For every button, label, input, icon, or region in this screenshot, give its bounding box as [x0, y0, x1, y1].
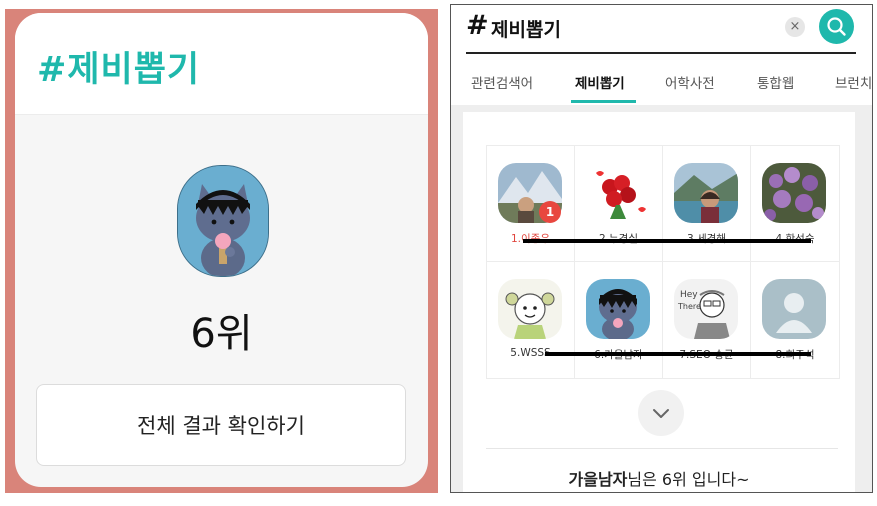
tab-brunch[interactable]: 브런치	[835, 72, 872, 92]
svg-text:There: There	[677, 302, 701, 311]
rank-text: 6위	[190, 311, 253, 357]
avatar	[586, 279, 650, 339]
divider	[486, 448, 838, 449]
lottery-result-card: #제비뽑기 6위 전체 결과 확인하기	[15, 13, 428, 487]
card-header: #제비뽑기	[15, 13, 428, 115]
result-message: 가을남자님은 6위 입니다~	[463, 466, 855, 490]
default-profile-icon	[762, 279, 826, 339]
participant-cell[interactable]: 5.WSSS	[487, 262, 575, 378]
avatar	[177, 165, 269, 277]
avatar	[674, 163, 738, 223]
avatar	[586, 163, 650, 223]
search-button[interactable]	[819, 9, 854, 44]
participant-cell[interactable]: 8.희주석	[751, 262, 839, 378]
result-user-name: 가을남자	[568, 470, 628, 489]
view-all-results-button[interactable]: 전체 결과 확인하기	[36, 384, 406, 466]
tab-dictionary[interactable]: 어학사전	[665, 72, 715, 92]
lottery-content-card: 1 1.이종우 2.누경실	[463, 112, 855, 492]
lottery-title: #제비뽑기	[37, 50, 201, 90]
avatar	[498, 279, 562, 339]
avatar	[762, 279, 826, 339]
tab-web[interactable]: 통합웹	[757, 72, 794, 92]
redaction-bar	[523, 239, 811, 243]
cartoon-girl-icon	[498, 279, 562, 339]
participant-cell[interactable]: 4.한선숙	[751, 146, 839, 262]
search-icon	[827, 17, 846, 36]
tab-lottery[interactable]: 제비뽑기	[575, 72, 625, 92]
expand-button[interactable]	[638, 390, 684, 436]
purple-flowers-icon	[762, 163, 826, 223]
chevron-down-icon	[653, 409, 669, 418]
cat-character-icon	[178, 166, 268, 276]
participant-cell[interactable]: 2.누경실	[575, 146, 663, 262]
participant-cell[interactable]: 3.세경해	[663, 146, 751, 262]
hashtag-icon: #	[466, 10, 489, 41]
participant-grid: 1 1.이종우 2.누경실	[486, 145, 840, 379]
right-screenshot-frame: # 제비뽑기 × 관련검색어 제비뽑기 어학사전 통합웹 브런치 1 5.WSS…	[450, 4, 873, 493]
cat-character-icon	[586, 279, 650, 339]
search-query-text[interactable]: 제비뽑기	[491, 15, 561, 42]
avatar: Hey There	[674, 279, 738, 339]
active-tab-indicator	[571, 100, 636, 103]
search-underline	[466, 52, 856, 54]
participant-cell[interactable]: Hey There 7.SEO 송균	[663, 262, 751, 378]
svg-text:Hey: Hey	[680, 290, 698, 300]
rank-badge: 1	[539, 201, 561, 223]
tab-bar: 관련검색어 제비뽑기 어학사전 통합웹 브런치	[451, 72, 872, 104]
participant-cell[interactable]: 1 1.이종우	[487, 146, 575, 262]
clear-search-button[interactable]: ×	[785, 17, 805, 37]
tab-related-keywords[interactable]: 관련검색어	[471, 72, 533, 92]
left-screenshot-frame: #제비뽑기 6위 전체 결과 확인하기	[5, 9, 438, 493]
avatar	[762, 163, 826, 223]
lake-photo-icon	[674, 163, 738, 223]
result-text: 님은 6위 입니다~	[627, 470, 750, 489]
participant-cell[interactable]: 6.가을남자	[575, 262, 663, 378]
roses-bouquet-icon	[586, 163, 650, 223]
sketch-portrait-icon: Hey There	[674, 279, 738, 339]
redaction-bar	[545, 352, 811, 356]
